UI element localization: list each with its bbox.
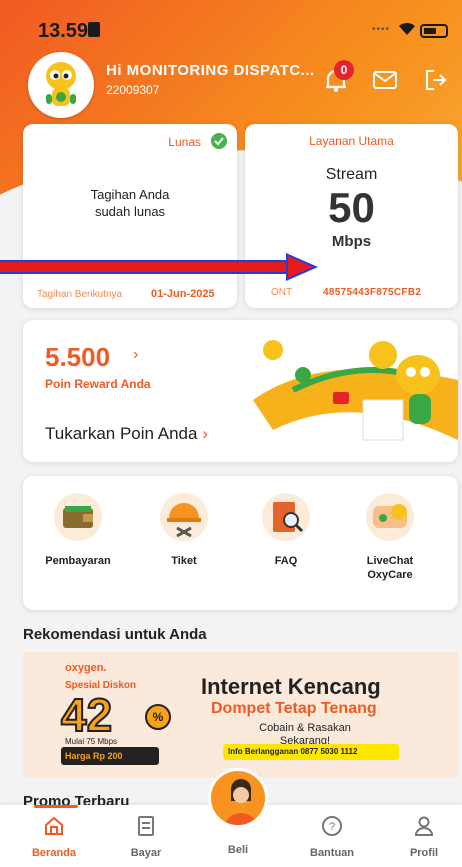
reward-illustration-icon [253, 340, 458, 441]
banner-info: Info Berlangganan 0877 5030 1112 [223, 744, 399, 760]
quick-menu-card: Pembayaran Tiket FAQ LiveChat OxyCare [23, 476, 458, 610]
bill-message-line1: Tagihan Anda [90, 187, 170, 202]
home-screen: 13.59 •••• Hi MONITORING DISPATC... 2200… [0, 0, 462, 867]
nav-label-beranda: Beranda [31, 847, 77, 859]
service-title: Layanan Utama [309, 134, 394, 148]
menu-label-pembayaran: Pembayaran [45, 555, 111, 567]
ont-label: ONT [271, 287, 293, 298]
bill-status: Lunas [168, 135, 201, 149]
signal-icon: •••• [372, 24, 391, 35]
logout-icon[interactable] [424, 68, 448, 92]
nav-beranda[interactable]: Beranda [14, 815, 94, 859]
avatar[interactable] [28, 52, 94, 118]
status-time: 13.59 [38, 20, 89, 42]
person-icon [414, 816, 434, 836]
reward-points: 5.500 [45, 342, 111, 372]
banner-headline: Internet Kencang [201, 674, 381, 699]
nav-label-bayar: Bayar [130, 847, 162, 859]
svg-text:?: ? [329, 821, 335, 833]
nav-bantuan[interactable]: ? Bantuan [292, 815, 372, 859]
nav-beli[interactable]: Beli [198, 839, 278, 856]
menu-item-pembayaran[interactable]: Pembayaran [33, 492, 123, 568]
helmet-tools-icon [159, 492, 209, 542]
promo-banner[interactable]: oxygen. Spesial Diskon 42 % Mulai 75 Mbp… [23, 652, 458, 778]
mascot-icon [46, 62, 76, 106]
nav-label-bantuan: Bantuan [310, 847, 354, 859]
ont-value: 48575443F875CFB2 [323, 287, 422, 298]
chat-bubble-icon [365, 492, 415, 542]
chevron-right-icon: › [133, 346, 139, 363]
wifi-icon [397, 20, 417, 41]
nav-label-beli: Beli [227, 844, 249, 856]
service-unit: Mbps [331, 233, 372, 250]
banner-from-text: Mulai 75 Mbps [65, 737, 118, 746]
redeem-points-link[interactable]: Tukarkan Poin Anda › [45, 424, 208, 444]
notification-badge: 0 [334, 60, 354, 80]
active-tab-indicator [34, 805, 78, 808]
service-name: Stream [325, 166, 378, 183]
nav-bayar[interactable]: Bayar [106, 815, 186, 859]
menu-label-faq: FAQ [274, 555, 298, 567]
bill-message: Tagihan Anda sudah lunas [23, 186, 237, 220]
status-bar: 13.59 •••• [0, 0, 462, 56]
home-icon [45, 816, 63, 835]
next-bill-date: 01-Jun-2025 [151, 288, 215, 300]
book-magnifier-icon [261, 492, 311, 542]
menu-item-faq[interactable]: FAQ [241, 492, 331, 568]
banner-percent-badge: % [145, 704, 171, 730]
banner-price: Harga Rp 200 [61, 747, 159, 765]
customer-id: 22009307 [106, 83, 160, 97]
annotation-arrow-icon [0, 253, 318, 281]
buy-button[interactable] [208, 768, 268, 828]
menu-item-livechat[interactable]: LiveChat OxyCare [345, 492, 435, 582]
recommendation-title: Rekomendasi untuk Anda [23, 626, 207, 643]
mail-icon[interactable] [372, 68, 398, 92]
reward-label: Poin Reward Anda [45, 377, 151, 391]
menu-label-livechat: LiveChat OxyCare [366, 555, 414, 581]
reward-card[interactable]: 5.500 › Poin Reward Anda Tukarkan Poin A… [23, 320, 458, 462]
nav-label-profil: Profil [409, 847, 439, 859]
banner-cta-line1: Cobain & Rasakan [259, 722, 351, 734]
redeem-label: Tukarkan Poin Anda [45, 424, 198, 443]
menu-item-tiket[interactable]: Tiket [139, 492, 229, 568]
nav-profil[interactable]: Profil [384, 815, 462, 859]
battery-icon [420, 24, 448, 38]
help-icon: ? [322, 816, 342, 836]
service-speed: 50 [328, 184, 375, 231]
wallet-icon [53, 492, 103, 542]
banner-brand: oxygen. [65, 662, 107, 674]
receipt-icon [138, 816, 154, 836]
menu-label-tiket: Tiket [171, 555, 197, 567]
chevron-right-icon: › [202, 424, 208, 443]
profile-row: Hi MONITORING DISPATC... 22009307 0 [0, 52, 462, 118]
user-name: Hi MONITORING DISPATC... [106, 62, 315, 79]
banner-discount-value: 42 [60, 688, 113, 742]
banner-subheadline: Dompet Tetap Tenang [211, 700, 377, 717]
lock-icon [88, 22, 100, 37]
next-bill-label: Tagihan Berikutnya [37, 289, 123, 300]
check-icon [211, 133, 227, 149]
bill-message-line2: sudah lunas [94, 204, 166, 219]
